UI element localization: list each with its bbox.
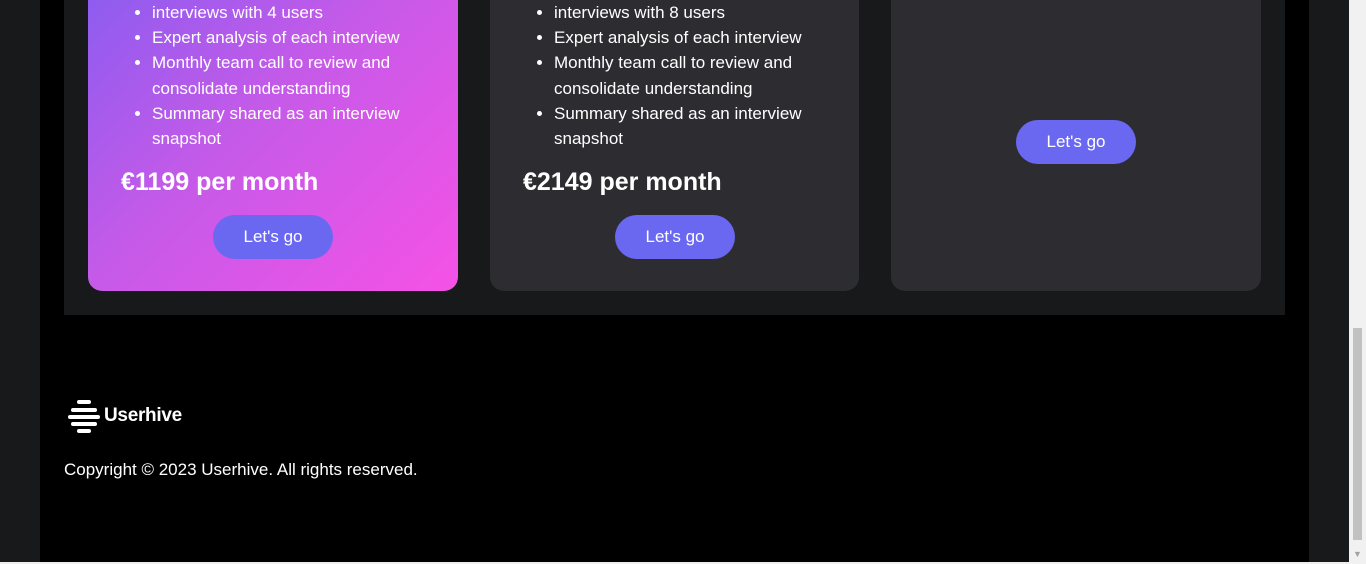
feature-item: interviews with 8 users bbox=[554, 0, 854, 25]
lets-go-button[interactable]: Let's go bbox=[1016, 120, 1136, 164]
feature-item: Summary shared as an interview snapshot bbox=[554, 101, 854, 151]
pricing-section: interviews with 4 users Expert analysis … bbox=[64, 0, 1285, 315]
pricing-card-starter: interviews with 4 users Expert analysis … bbox=[88, 0, 458, 291]
page: interviews with 4 users Expert analysis … bbox=[40, 0, 1309, 564]
footer-logo[interactable]: Userhive bbox=[68, 396, 182, 436]
brand-name: Userhive bbox=[104, 405, 182, 426]
pricing-card-growth: interviews with 8 users Expert analysis … bbox=[490, 0, 859, 291]
feature-item: Monthly team call to review and consolid… bbox=[152, 50, 452, 100]
feature-item: interviews with 4 users bbox=[152, 0, 452, 25]
price-label: €1199 per month bbox=[121, 168, 319, 196]
feature-list: interviews with 8 users Expert analysis … bbox=[490, 0, 854, 151]
lets-go-button[interactable]: Let's go bbox=[615, 215, 735, 259]
copyright-text: Copyright © 2023 Userhive. All rights re… bbox=[64, 460, 418, 479]
pricing-card-custom: Let's go bbox=[891, 0, 1261, 291]
feature-item: Monthly team call to review and consolid… bbox=[554, 50, 854, 100]
feature-item: Expert analysis of each interview bbox=[152, 25, 452, 50]
userhive-logo-icon bbox=[68, 397, 100, 435]
vertical-scrollbar[interactable]: ▼ bbox=[1349, 0, 1366, 564]
price-label: €2149 per month bbox=[523, 168, 722, 196]
scroll-down-arrow-icon[interactable]: ▼ bbox=[1349, 547, 1366, 561]
feature-list: interviews with 4 users Expert analysis … bbox=[88, 0, 452, 151]
feature-item: Summary shared as an interview snapshot bbox=[152, 101, 452, 151]
scrollbar-thumb[interactable] bbox=[1353, 328, 1362, 540]
feature-item: Expert analysis of each interview bbox=[554, 25, 854, 50]
lets-go-button[interactable]: Let's go bbox=[213, 215, 333, 259]
